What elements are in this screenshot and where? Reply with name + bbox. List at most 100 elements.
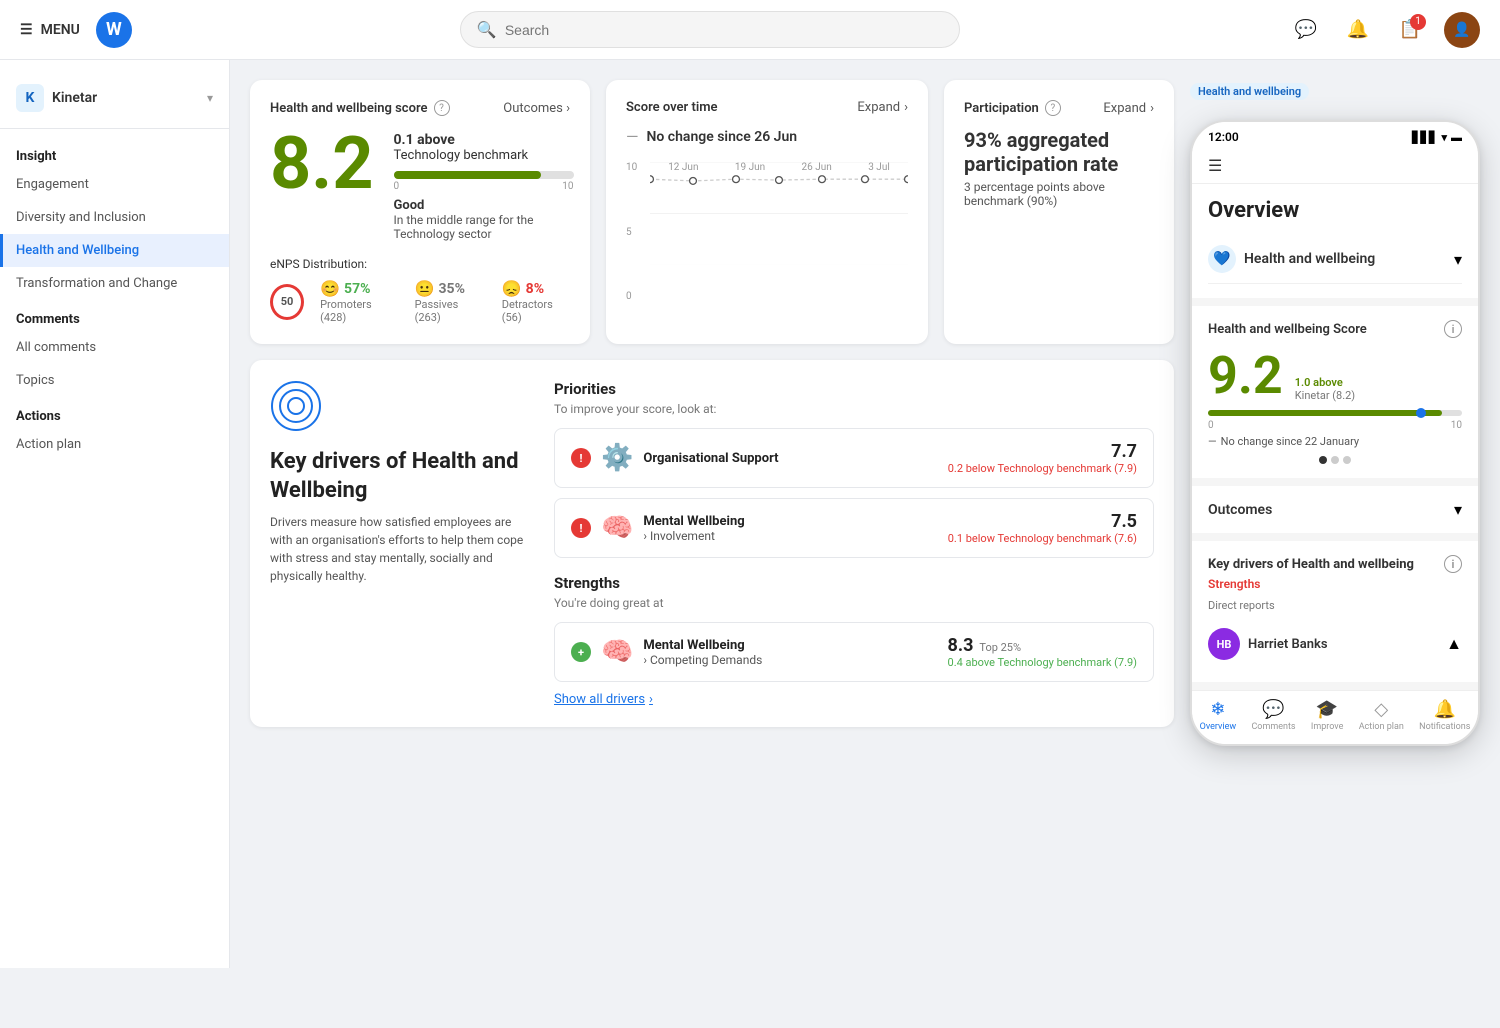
signal-icon: ▋▋▋ (1412, 131, 1437, 144)
progress-bar-track (394, 171, 574, 179)
phone-score-row: 9.2 1.0 above Kinetar (8.2) (1208, 350, 1462, 402)
battery-icon: ▬ (1451, 131, 1462, 144)
strength-sub-1: › Competing Demands (643, 653, 762, 667)
phone-drivers-section: Key drivers of Health and wellbeing i St… (1192, 541, 1478, 682)
driver-left-1: ! ⚙️ Organisational Support (571, 443, 779, 473)
mental-wellbeing-icon: 🧠 (601, 513, 633, 543)
sidebar-item-diversity[interactable]: Diversity and Inclusion (0, 201, 229, 234)
score-details: 0.1 above Technology benchmark 0 10 (394, 128, 574, 241)
phone-nav-improve[interactable]: 🎓 Improve (1311, 699, 1344, 732)
driver-name-wrap-2: Mental Wellbeing › Involvement (643, 514, 744, 543)
enps-section: eNPS Distribution: 50 😊 57% Promoters (4… (270, 257, 570, 324)
show-all-drivers-button[interactable]: Show all drivers › (554, 692, 1154, 707)
time-expand-button[interactable]: Expand › (857, 100, 908, 115)
sidebar-item-engagement[interactable]: Engagement (0, 168, 229, 201)
phone-user-chevron: ▲ (1446, 634, 1462, 654)
y-label-10: 10 (626, 162, 646, 173)
show-all-arrow: › (649, 692, 653, 707)
inbox-button[interactable]: 📋 1 (1392, 12, 1428, 48)
hw-chevron-icon: ▾ (1454, 250, 1462, 269)
menu-button[interactable]: ☰ MENU (20, 22, 80, 38)
passives-count: Passives (263) (415, 298, 482, 324)
phone-nav-improve-label: Improve (1311, 722, 1344, 732)
notifications-button[interactable]: 🔔 (1340, 12, 1376, 48)
org-name: Kinetar (52, 90, 199, 106)
enps-circle: 50 (270, 284, 304, 320)
dashboard-panel: Health and wellbeing score ? Outcomes › … (250, 80, 1174, 948)
sidebar-item-topics[interactable]: Topics (0, 364, 229, 397)
score-info-icon[interactable]: ? (434, 100, 450, 116)
driver-name-1: Organisational Support (643, 451, 778, 466)
health-score-card: Health and wellbeing score ? Outcomes › … (250, 80, 590, 344)
strength-alert-icon-1: + (571, 642, 591, 662)
phone-score-info-icon[interactable]: i (1444, 320, 1462, 338)
search-bar[interactable]: 🔍 (460, 11, 960, 48)
hw-item-label: Health and wellbeing (1244, 251, 1375, 267)
promoters-icon: 😊 (320, 279, 340, 298)
expand-icon: › (904, 100, 908, 115)
score-good-label: Good (394, 198, 574, 213)
sidebar-section-actions: Actions Action plan (0, 397, 229, 461)
phone-outcomes-row[interactable]: Outcomes ▾ (1208, 500, 1462, 519)
chart-y-labels: 10 5 0 (626, 162, 646, 302)
no-change-indicator: — No change since 26 Jun (626, 127, 908, 146)
progress-max: 10 (562, 181, 573, 192)
driver-name-2: Mental Wellbeing (643, 514, 744, 529)
sidebar-item-action-plan[interactable]: Action plan (0, 428, 229, 461)
phone-header-bar: ☰ (1192, 148, 1478, 184)
menu-label: MENU (41, 22, 80, 38)
phone-nav-overview[interactable]: ❄ Overview (1200, 699, 1236, 732)
driver-score-1: 7.7 (948, 441, 1137, 462)
hw-item-icon: 💙 (1208, 245, 1236, 273)
user-avatar[interactable]: 👤 (1444, 12, 1480, 48)
right-panel: Health and wellbeing 12:00 ▋▋▋ ▾ ▬ ☰ (1190, 80, 1480, 948)
phone-nav-notifications-label: Notifications (1419, 722, 1470, 732)
nav-actions: 💬 🔔 📋 1 👤 (1288, 12, 1480, 48)
outcomes-button[interactable]: Outcomes › (503, 101, 570, 116)
phone-carousel-dots (1208, 456, 1462, 464)
participation-title: Participation (964, 101, 1039, 116)
phone-direct-reports-label: Direct reports (1208, 599, 1462, 612)
driver-alert-icon-1: ! (571, 448, 591, 468)
driver-name-wrap-1: Organisational Support (643, 451, 778, 466)
strength-bench-1: 0.4 above Technology benchmark (7.9) (948, 656, 1137, 669)
participation-info-icon[interactable]: ? (1045, 100, 1061, 116)
phone-nav-comments[interactable]: 💬 Comments (1251, 699, 1295, 732)
phone-nav-overview-label: Overview (1200, 722, 1236, 732)
participation-expand-button[interactable]: Expand › (1103, 101, 1154, 116)
phone-big-score: 9.2 (1208, 350, 1283, 402)
phone-hw-item[interactable]: 💙 Health and wellbeing ▾ (1208, 235, 1462, 284)
detractors-icon: 😞 (502, 279, 522, 298)
section-label-comments: Comments (0, 300, 229, 331)
strengths-title: Strengths (554, 574, 1154, 592)
notification-badge: 1 (1410, 14, 1426, 30)
sidebar-item-all-comments[interactable]: All comments (0, 331, 229, 364)
drivers-left: Key drivers of Health and Wellbeing Driv… (270, 380, 530, 707)
score-bench-label: Technology benchmark (394, 148, 574, 163)
enps-detractors: 😞 8% Detractors (56) (502, 279, 570, 324)
sidebar-item-transformation[interactable]: Transformation and Change (0, 267, 229, 300)
avatar-initials: 👤 (1453, 22, 1470, 38)
phone-dot-1 (1319, 456, 1327, 464)
phone-nav-comments-icon: 💬 (1262, 699, 1284, 720)
participation-pct: 93% aggregated participation rate (964, 128, 1154, 176)
no-change-text: No change since 26 Jun (647, 129, 798, 145)
phone-nav-notifications[interactable]: 🔔 Notifications (1419, 699, 1470, 732)
phone-strengths-label: Strengths (1208, 577, 1462, 591)
phone-hw-left: 💙 Health and wellbeing (1208, 245, 1375, 273)
sidebar: K Kinetar ▾ Insight Engagement Diversity… (0, 60, 230, 968)
phone-user-name: Harriet Banks (1248, 637, 1328, 652)
section-label-insight: Insight (0, 137, 229, 168)
sidebar-item-health[interactable]: Health and Wellbeing (0, 234, 229, 267)
score-progress-wrap: 0 10 (394, 171, 574, 192)
phone-menu-icon[interactable]: ☰ (1208, 156, 1222, 175)
phone-drivers-info-icon[interactable]: i (1444, 555, 1462, 573)
messages-button[interactable]: 💬 (1288, 12, 1324, 48)
chevron-down-icon: ▾ (207, 91, 213, 105)
score-range-text: In the middle range for the Technology s… (394, 213, 574, 241)
search-input[interactable] (505, 22, 943, 38)
driver-item-org-support: ! ⚙️ Organisational Support 7.7 0.2 belo… (554, 428, 1154, 488)
phone-nav-action-plan[interactable]: ◇ Action plan (1359, 699, 1404, 732)
driver-sub-2: › Involvement (643, 529, 744, 543)
org-selector[interactable]: K Kinetar ▾ (0, 76, 229, 129)
